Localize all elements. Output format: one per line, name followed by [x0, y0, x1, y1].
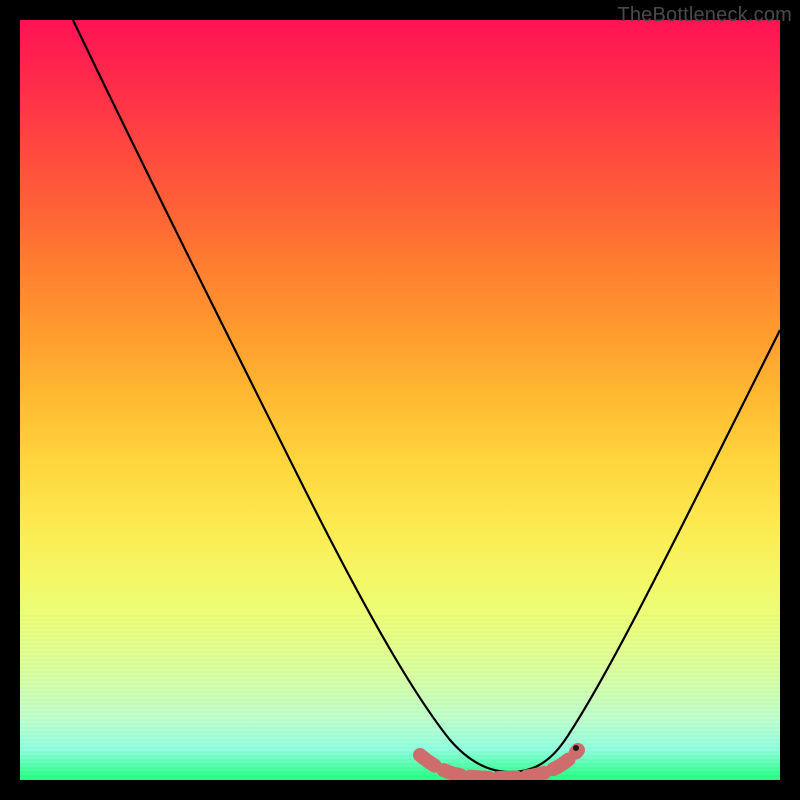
watermark-text: TheBottleneck.com — [617, 4, 792, 27]
gradient-stripes-overlay — [20, 613, 780, 780]
chart-plot-area — [20, 20, 780, 780]
